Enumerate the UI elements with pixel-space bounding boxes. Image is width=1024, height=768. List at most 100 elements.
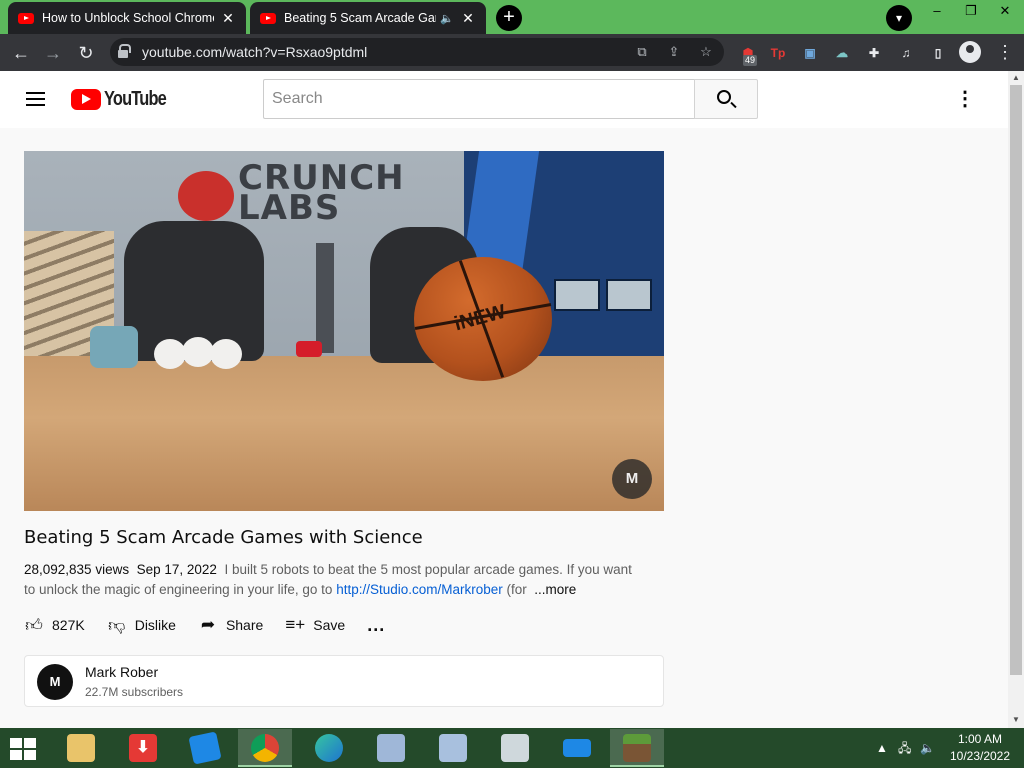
thumbs-up-icon: 👍︎ bbox=[25, 615, 43, 635]
share-page-icon[interactable]: ⇪ bbox=[664, 42, 684, 62]
share-arrow-icon: ➦ bbox=[200, 615, 216, 634]
bookmark-star-icon[interactable]: ☆ bbox=[696, 42, 716, 62]
video-title: Beating 5 Scam Arcade Games with Science bbox=[24, 527, 423, 548]
search-box[interactable] bbox=[263, 79, 695, 119]
screen: How to Unblock School Chromeb ✕ Beating … bbox=[0, 0, 1024, 768]
volume-icon[interactable]: 🔈 bbox=[920, 728, 935, 768]
video-window bbox=[606, 279, 652, 311]
download-arrow-icon: ⬇ bbox=[129, 734, 157, 762]
new-tab-button[interactable]: + bbox=[496, 5, 522, 31]
taskbar-media-app[interactable] bbox=[364, 729, 418, 767]
tab-close-icon[interactable]: ✕ bbox=[460, 10, 476, 27]
tab-title: How to Unblock School Chromeb bbox=[42, 11, 214, 25]
screen-extension-icon[interactable]: ▣ bbox=[800, 43, 820, 63]
youtube-play-logo-icon bbox=[71, 88, 101, 110]
taskbar-minecraft[interactable] bbox=[610, 729, 664, 767]
video-table bbox=[24, 356, 664, 511]
video-player[interactable]: CRUNCH LABS iNEW M bbox=[24, 151, 664, 511]
tab-search-chevron-icon[interactable]: ▾ bbox=[886, 5, 912, 31]
save-label: Save bbox=[313, 617, 346, 633]
tab-beating-arcade-games[interactable]: Beating 5 Scam Arcade Gam 🔈 ✕ bbox=[250, 2, 486, 34]
audio-playing-icon[interactable]: 🔈 bbox=[440, 12, 454, 25]
media-disc-icon bbox=[377, 734, 405, 762]
lock-icon[interactable] bbox=[118, 44, 131, 58]
extensions-puzzle-icon[interactable]: ✚ bbox=[864, 43, 884, 63]
minecraft-grass-block-icon bbox=[623, 734, 651, 762]
file-explorer-icon bbox=[67, 734, 95, 762]
clock-date: 10/23/2022 bbox=[949, 749, 1011, 763]
taskbar-edge[interactable] bbox=[302, 729, 356, 767]
video-window bbox=[554, 279, 600, 311]
taskbar-media-app-2[interactable] bbox=[426, 729, 480, 767]
back-arrow-icon[interactable]: ← bbox=[8, 40, 34, 66]
youtube-favicon-icon bbox=[18, 12, 34, 24]
scroll-down-arrow-icon[interactable]: ▼ bbox=[1011, 715, 1021, 724]
search-icon bbox=[717, 90, 731, 104]
taskbar-chrome[interactable] bbox=[238, 729, 292, 767]
dislike-button[interactable]: 👎︎ Dislike bbox=[107, 615, 176, 636]
upload-date: Sep 17, 2022 bbox=[136, 562, 217, 577]
network-icon[interactable]: 🖧 bbox=[898, 728, 911, 768]
taskbar-screen-app[interactable] bbox=[550, 729, 604, 767]
youtube-logo[interactable]: YouTube bbox=[71, 88, 180, 110]
cloud-extension-icon[interactable]: ☁ bbox=[832, 43, 852, 63]
address-bar[interactable]: youtube.com/watch?v=Rsxao9ptdml ⧉ ⇪ ☆ bbox=[110, 38, 724, 66]
dislike-label: Dislike bbox=[134, 617, 176, 633]
windows-taskbar: ⬇ ▲ 🖧 🔈 1:00 AM 10/23/2022 bbox=[0, 728, 1024, 768]
chrome-menu-icon[interactable]: ⋮ bbox=[996, 40, 1014, 64]
more-actions-button[interactable]: ... bbox=[367, 615, 385, 636]
reload-icon[interactable]: ↻ bbox=[73, 40, 99, 66]
windows-start-icon[interactable] bbox=[10, 738, 38, 760]
tab-title: Beating 5 Scam Arcade Gam bbox=[284, 11, 437, 25]
show-more-link[interactable]: ...more bbox=[534, 582, 576, 597]
forward-arrow-icon[interactable]: → bbox=[40, 40, 66, 66]
description-text-cont: (for bbox=[502, 582, 527, 597]
close-window-button[interactable]: ✕ bbox=[988, 0, 1022, 24]
description-link[interactable]: http://Studio.com/Markrober bbox=[336, 582, 503, 597]
clock-time: 1:00 AM bbox=[957, 732, 1003, 746]
channel-card[interactable]: M Mark Rober 22.7M subscribers bbox=[24, 655, 664, 707]
scroll-up-arrow-icon[interactable]: ▲ bbox=[1011, 73, 1021, 82]
taskbar-file-explorer[interactable] bbox=[54, 729, 108, 767]
channel-watermark-icon[interactable]: M bbox=[612, 459, 652, 499]
open-in-new-icon[interactable]: ⧉ bbox=[632, 42, 652, 62]
restore-button[interactable]: ❐ bbox=[954, 0, 988, 24]
crunch-labs-logo-icon bbox=[178, 171, 234, 221]
url-text[interactable]: youtube.com/watch?v=Rsxao9ptdml bbox=[142, 44, 367, 60]
video-actions: 👍︎ 827K 👎︎ Dislike ➦ Share ≡+ Save ... bbox=[24, 611, 407, 639]
robot-arm bbox=[316, 243, 334, 353]
minimize-button[interactable]: – bbox=[920, 0, 954, 24]
tab-unblock-chromebook[interactable]: How to Unblock School Chromeb ✕ bbox=[8, 2, 246, 34]
channel-name[interactable]: Mark Rober bbox=[85, 664, 158, 680]
share-button[interactable]: ➦ Share bbox=[198, 615, 263, 635]
taskbar-download-app[interactable]: ⬇ bbox=[116, 729, 170, 767]
air-hockey-striker bbox=[296, 341, 322, 357]
youtube-header: YouTube ⋮ bbox=[0, 71, 1008, 128]
hamburger-menu-icon[interactable] bbox=[26, 91, 46, 107]
basketball: iNEW bbox=[414, 257, 552, 381]
video-description[interactable]: 28,092,835 views Sep 17, 2022 I built 5 … bbox=[24, 560, 644, 600]
search-input[interactable] bbox=[264, 80, 695, 118]
side-panel-icon[interactable]: ▯ bbox=[928, 43, 948, 63]
save-button[interactable]: ≡+ Save bbox=[285, 615, 345, 635]
page-scrollbar[interactable]: ▲ ▼ bbox=[1008, 71, 1024, 728]
tp-extension-icon[interactable]: Tp bbox=[768, 43, 788, 63]
settings-more-icon[interactable]: ⋮ bbox=[955, 89, 975, 109]
taskbar-monitor-app[interactable] bbox=[488, 729, 542, 767]
channel-avatar[interactable]: M bbox=[37, 664, 73, 700]
search-button[interactable] bbox=[694, 79, 758, 119]
like-button[interactable]: 👍︎ 827K bbox=[24, 615, 85, 636]
view-count: 28,092,835 views bbox=[24, 562, 130, 577]
taskbar-roblox[interactable] bbox=[178, 729, 232, 767]
chrome-icon bbox=[251, 734, 279, 762]
crunch-labs-wall-text: CRUNCH LABS bbox=[238, 158, 405, 228]
system-clock[interactable]: 1:00 AM 10/23/2022 bbox=[940, 731, 1020, 765]
roblox-icon bbox=[188, 731, 222, 765]
profile-avatar-icon[interactable] bbox=[959, 41, 981, 63]
scrollbar-thumb[interactable] bbox=[1010, 85, 1022, 675]
performance-monitor-icon bbox=[501, 734, 529, 762]
show-hidden-icons-icon[interactable]: ▲ bbox=[876, 728, 888, 768]
media-control-icon[interactable]: ♫ bbox=[896, 43, 916, 63]
thumbs-down-icon: 👎︎ bbox=[108, 615, 126, 635]
tab-close-icon[interactable]: ✕ bbox=[220, 10, 236, 27]
